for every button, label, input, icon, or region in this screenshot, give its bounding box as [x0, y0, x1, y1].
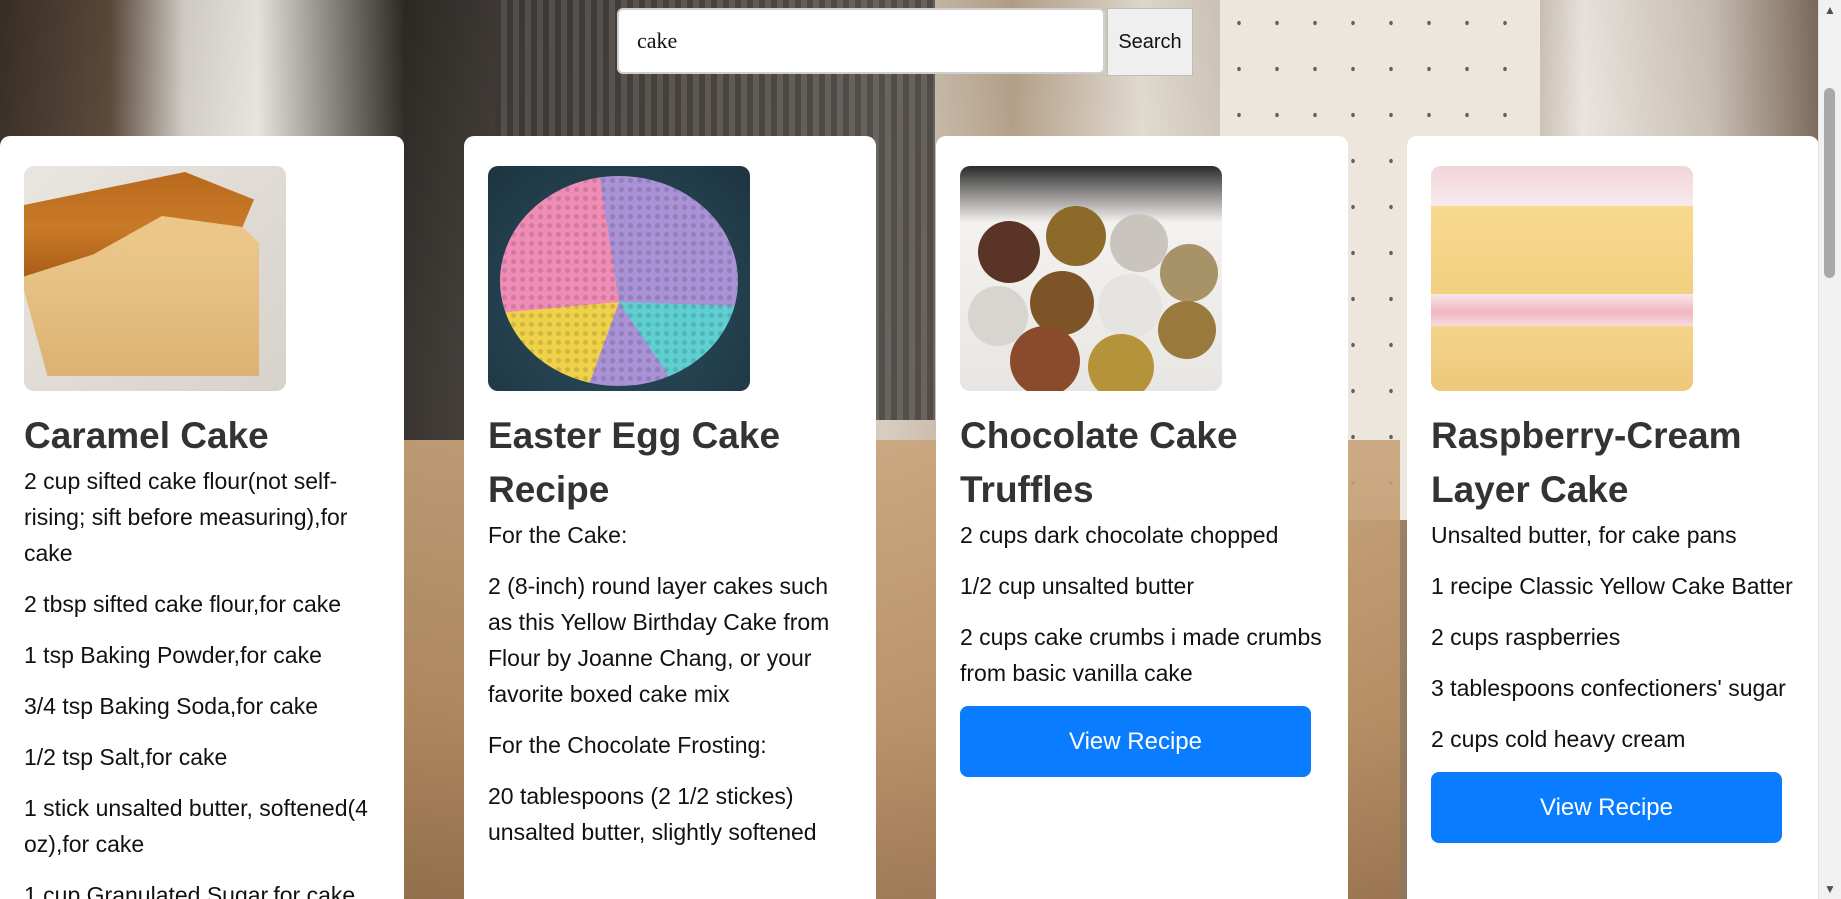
ingredient-item: 2 cups cake crumbs i made crumbs from ba… [960, 624, 1322, 686]
recipe-image-caramel-cake [24, 166, 286, 391]
recipe-title: Caramel Cake [24, 415, 269, 456]
ingredient-item: 2 cup sifted cake flour(not self-rising;… [24, 468, 348, 566]
recipe-title: Chocolate Cake Truffles [960, 415, 1238, 510]
recipe-image-raspberry-cream-layer-cake [1431, 166, 1693, 391]
truffle-shape [1158, 301, 1216, 359]
truffle-shape [1160, 244, 1218, 302]
ingredient-item: 3 tablespoons confectioners' sugar [1431, 675, 1786, 701]
candy-dome-shape [500, 176, 738, 386]
vertical-scrollbar[interactable]: ▲ ▼ [1818, 0, 1841, 899]
ingredient-list: 2 cups dark chocolate chopped 1/2 cup un… [960, 517, 1324, 691]
recipe-card-caramel-cake: Caramel Cake 2 cup sifted cake flour(not… [0, 136, 404, 899]
recipe-image-chocolate-cake-truffles [960, 166, 1222, 391]
scroll-down-arrow-icon[interactable]: ▼ [1819, 879, 1841, 899]
truffle-shape [1010, 326, 1080, 391]
ingredient-list: For the Cake: 2 (8-inch) round layer cak… [488, 517, 852, 850]
ingredient-item: 1 tsp Baking Powder,for cake [24, 642, 322, 668]
raspberry-cream-shape [1431, 294, 1693, 330]
ingredient-list: 2 cup sifted cake flour(not self-rising;… [24, 463, 380, 899]
view-recipe-button[interactable]: View Recipe [1431, 772, 1782, 843]
ingredient-list: Unsalted butter, for cake pans 1 recipe … [1431, 517, 1795, 757]
ingredient-item: 1/2 tsp Salt,for cake [24, 744, 228, 770]
truffle-shape [1098, 274, 1162, 338]
truffle-shape [1110, 214, 1168, 272]
recipe-card-raspberry-cream-layer-cake: Raspberry-Cream Layer Cake Unsalted butt… [1407, 136, 1819, 899]
ingredient-item: 2 (8-inch) round layer cakes such as thi… [488, 573, 830, 707]
search-bar: Search [617, 8, 1193, 76]
ingredient-item: 3/4 tsp Baking Soda,for cake [24, 693, 319, 719]
ingredient-item: 20 tablespoons (2 1/2 stickes) unsalted … [488, 783, 817, 845]
recipe-title: Easter Egg Cake Recipe [488, 415, 781, 510]
ingredient-item: 1/2 cup unsalted butter [960, 573, 1194, 599]
ingredient-item: 2 cups cold heavy cream [1431, 726, 1686, 752]
ingredient-item: 1 cup Granulated Sugar,for cake [24, 882, 356, 899]
search-input[interactable] [617, 8, 1105, 74]
scroll-up-arrow-icon[interactable]: ▲ [1819, 0, 1841, 20]
search-button[interactable]: Search [1107, 8, 1193, 76]
recipe-card-grid: Caramel Cake 2 cup sifted cake flour(not… [0, 136, 1841, 899]
recipe-image-easter-egg-cake [488, 166, 750, 391]
page: Search Caramel Cake 2 cup sifted cake fl… [0, 0, 1841, 899]
ingredient-item: For the Chocolate Frosting: [488, 732, 767, 758]
ingredient-item: 2 tbsp sifted cake flour,for cake [24, 591, 342, 617]
ingredient-item: For the Cake: [488, 522, 628, 548]
cake-layer-shape [1431, 206, 1693, 301]
ingredient-item: 2 cups dark chocolate chopped [960, 522, 1279, 548]
truffle-shape [1088, 334, 1154, 391]
truffle-shape [978, 221, 1040, 283]
ingredient-item: 2 cups raspberries [1431, 624, 1621, 650]
cake-layer-shape [1431, 326, 1693, 391]
ingredient-item: 1 stick unsalted butter, softened(4 oz),… [24, 795, 368, 857]
truffle-shape [1046, 206, 1106, 266]
recipe-card-chocolate-cake-truffles: Chocolate Cake Truffles 2 cups dark choc… [936, 136, 1348, 899]
scrollbar-thumb[interactable] [1824, 88, 1835, 278]
ingredient-item: 1 recipe Classic Yellow Cake Batter [1431, 573, 1793, 599]
recipe-title: Raspberry-Cream Layer Cake [1431, 415, 1742, 510]
ingredient-item: Unsalted butter, for cake pans [1431, 522, 1737, 548]
view-recipe-button[interactable]: View Recipe [960, 706, 1311, 777]
recipe-card-easter-egg-cake: Easter Egg Cake Recipe For the Cake: 2 (… [464, 136, 876, 899]
